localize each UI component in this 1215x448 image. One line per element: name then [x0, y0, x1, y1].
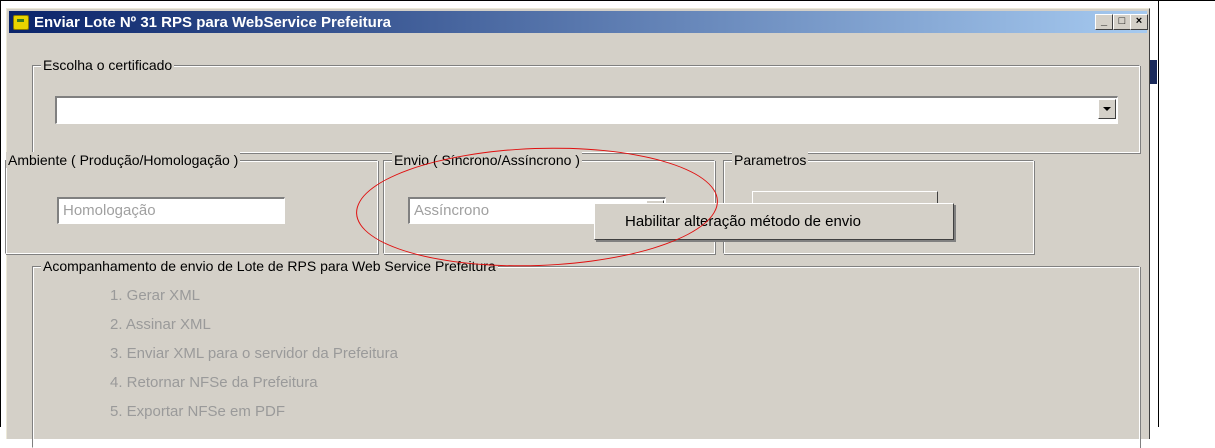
- background-window-edge: [1149, 60, 1157, 84]
- step-item: 5. Exportar NFSe em PDF: [110, 403, 286, 420]
- menu-item-enable-send-method-change[interactable]: Habilitar alteração método de envio: [625, 213, 861, 230]
- minimize-icon: _: [1100, 15, 1108, 27]
- page-border: [0, 0, 1, 427]
- window-title: Enviar Lote Nº 31 RPS para WebService Pr…: [34, 14, 392, 31]
- step-item: 3. Enviar XML para o servidor da Prefeit…: [110, 345, 398, 362]
- parametros-legend: Parametros: [732, 152, 809, 168]
- ambiente-legend: Ambiente ( Produção/Homologação ): [6, 152, 241, 168]
- ambiente-group: Ambiente ( Produção/Homologação ) Homolo…: [5, 152, 378, 254]
- app-icon: [13, 15, 29, 30]
- progress-legend: Acompanhamento de envio de Lote de RPS p…: [41, 258, 498, 274]
- envio-legend: Envio ( Síncrono/Assíncrono ): [392, 152, 582, 168]
- step-item: 2. Assinar XML: [110, 316, 211, 333]
- envio-value: Assíncrono: [414, 202, 490, 219]
- step-item: 4. Retornar NFSe da Prefeitura: [110, 374, 318, 391]
- ambiente-field[interactable]: Homologação: [57, 197, 285, 224]
- ambiente-value: Homologação: [63, 202, 156, 219]
- context-menu: Habilitar alteração método de envio: [594, 203, 954, 240]
- maximize-icon: □: [1118, 15, 1126, 27]
- page-border: [1158, 0, 1159, 427]
- close-button[interactable]: ×: [1130, 14, 1148, 30]
- maximize-button[interactable]: □: [1113, 14, 1131, 30]
- chevron-down-icon[interactable]: [1098, 99, 1116, 119]
- certificate-legend: Escolha o certificado: [41, 57, 175, 73]
- step-item: 1. Gerar XML: [110, 287, 201, 304]
- title-bar[interactable]: Enviar Lote Nº 31 RPS para WebService Pr…: [9, 11, 1148, 33]
- close-icon: ×: [1135, 15, 1143, 27]
- minimize-button[interactable]: _: [1095, 14, 1113, 30]
- certificate-select[interactable]: [55, 96, 1118, 124]
- certificate-group: Escolha o certificado: [32, 57, 1140, 153]
- page-border: [0, 0, 1215, 1]
